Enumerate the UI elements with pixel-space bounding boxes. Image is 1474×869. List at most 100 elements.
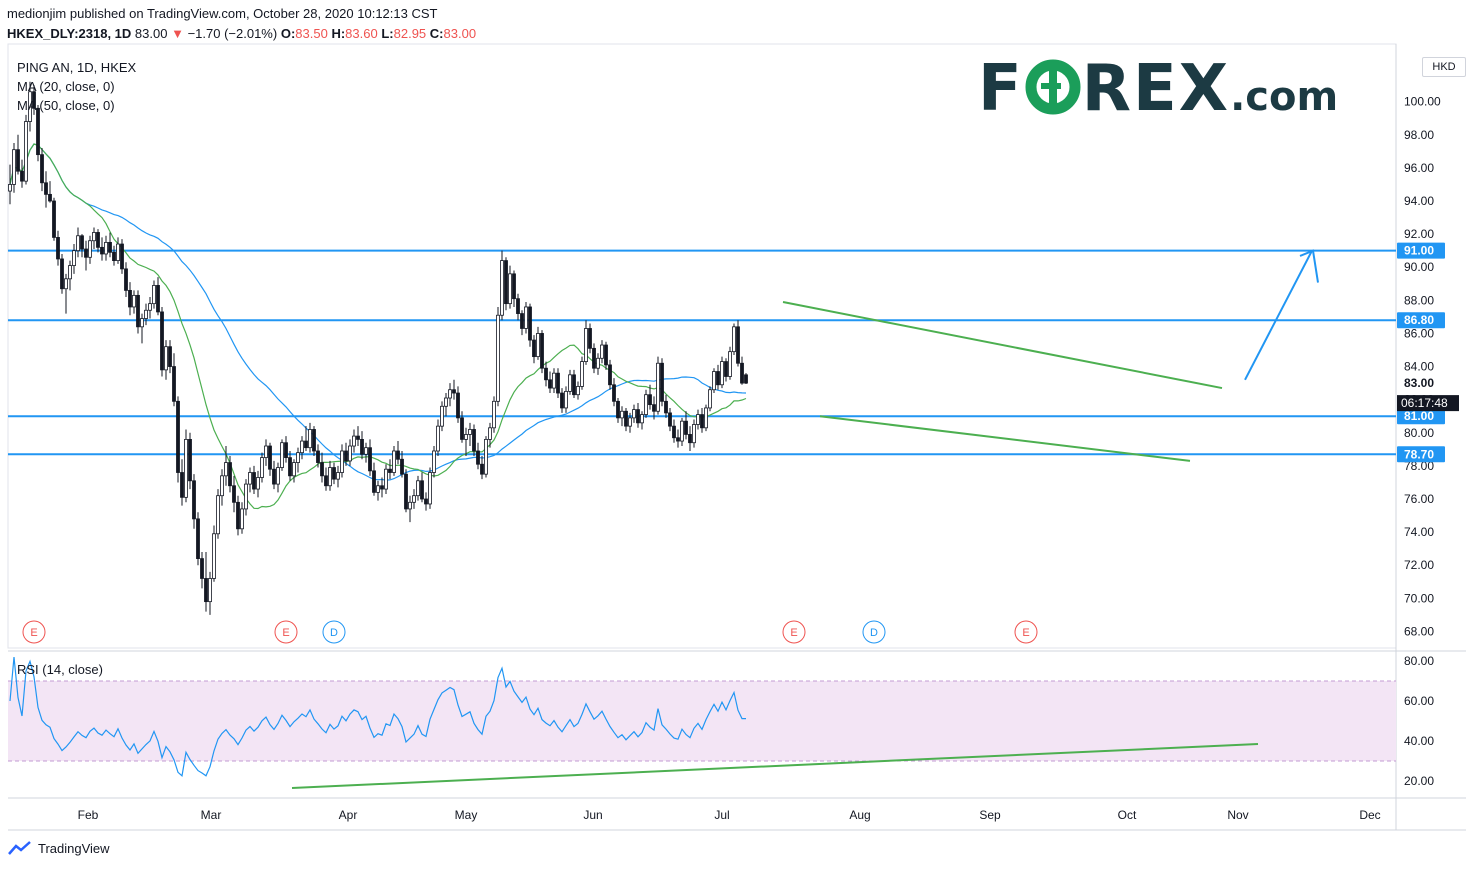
candle-down <box>156 285 160 313</box>
candle-down <box>676 437 680 442</box>
date-tick-label: Sep <box>979 808 1001 822</box>
price-tick-label: 94.00 <box>1404 194 1434 208</box>
price-tick-label: 80.00 <box>1404 426 1434 440</box>
down-arrow-icon: ▼ <box>171 26 184 41</box>
candle-down <box>736 326 740 364</box>
rsi-tick-label: 20.00 <box>1404 774 1434 788</box>
legend-ma50[interactable]: MA (50, close, 0) <box>17 98 115 113</box>
candle-up <box>184 438 188 498</box>
candle-up <box>348 445 352 462</box>
candle-down <box>380 485 384 490</box>
legend-title[interactable]: PING AN, 1D, HKEX <box>17 60 136 75</box>
legend-ma20[interactable]: MA (20, close, 0) <box>17 79 115 94</box>
candle-down <box>232 485 236 503</box>
date-tick-label: Aug <box>849 808 870 822</box>
price-tick-label: 96.00 <box>1404 161 1434 175</box>
candle-down <box>304 440 308 449</box>
logo-o-icon <box>1025 59 1081 115</box>
candle-up <box>152 285 156 305</box>
candle-down <box>204 578 208 603</box>
candle-down <box>180 472 184 498</box>
candle-up <box>680 420 684 442</box>
candle-down <box>236 501 240 530</box>
candle-down <box>36 107 40 156</box>
chart-canvas[interactable]: 68.0070.0072.0074.0076.0078.0080.0082.00… <box>0 0 1474 869</box>
date-tick-label: Apr <box>339 808 358 822</box>
candle-down <box>572 374 576 396</box>
candle-up <box>104 241 108 255</box>
candle-down <box>320 462 324 477</box>
candle-down <box>80 235 84 250</box>
candle-down <box>388 468 392 473</box>
candle-up <box>328 467 332 487</box>
price-label-text: 81.00 <box>1404 409 1434 423</box>
candle-up <box>116 243 120 262</box>
ma50-line <box>9 143 747 481</box>
change-text: −1.70 (−2.01%) <box>187 26 278 41</box>
candle-up <box>428 472 432 505</box>
candle-down <box>672 425 676 439</box>
candle-down <box>556 372 560 394</box>
candle-up <box>568 374 572 392</box>
currency-badge[interactable]: HKD <box>1422 57 1466 77</box>
candle-down <box>516 298 520 314</box>
candle-up <box>412 495 416 503</box>
candle-up <box>88 240 92 258</box>
candle-down <box>56 237 60 260</box>
candle-down <box>228 462 232 487</box>
candle-up <box>600 344 604 359</box>
candle-up <box>720 361 724 386</box>
close-value: 83.00 <box>443 26 477 41</box>
candle-down <box>136 294 140 328</box>
price-tick-label: 76.00 <box>1404 492 1434 506</box>
tradingview-brand[interactable]: TradingView <box>8 840 110 856</box>
symbol-text: HKEX_DLY:2318, 1D <box>7 26 132 41</box>
candle-down <box>16 149 20 172</box>
candle-up <box>576 386 580 396</box>
candle-down <box>60 258 64 290</box>
candle-down <box>168 346 172 367</box>
candle-down <box>668 412 672 427</box>
candle-down <box>272 468 276 485</box>
candle-up <box>536 333 540 358</box>
price-label-text: 83.00 <box>1404 376 1434 390</box>
candle-down <box>316 450 320 463</box>
date-tick-label: May <box>455 808 478 822</box>
candle-up <box>448 389 452 399</box>
price-tick-label: 90.00 <box>1404 260 1434 274</box>
legend-rsi[interactable]: RSI (14, close) <box>17 662 103 677</box>
candle-down <box>356 435 360 440</box>
candle-down <box>176 400 180 473</box>
candle-up <box>352 435 356 447</box>
candle-up <box>564 390 568 409</box>
low-value: 82.95 <box>393 26 427 41</box>
candle-up <box>596 357 600 369</box>
price-tick-label: 92.00 <box>1404 227 1434 241</box>
forex-logo: F REX.com <box>978 52 1338 126</box>
candle-up <box>732 326 736 353</box>
candle-up <box>712 371 716 391</box>
rsi-tick-label: 60.00 <box>1404 694 1434 708</box>
candle-down <box>452 389 456 394</box>
candle-down <box>636 409 640 424</box>
candle-down <box>604 344 608 366</box>
candle-down <box>532 339 536 358</box>
candle-down <box>592 347 596 369</box>
candle-down <box>400 458 404 475</box>
price-tick-label: 74.00 <box>1404 525 1434 539</box>
candle-down <box>268 445 272 470</box>
rsi-band <box>8 681 1396 761</box>
high-label: H: <box>331 26 346 41</box>
candle-down <box>688 434 692 444</box>
candle-up <box>508 273 512 305</box>
candle-down <box>512 273 516 300</box>
candle-down <box>40 154 44 184</box>
candle-down <box>660 362 664 402</box>
channel-upper-line <box>782 301 1223 390</box>
candle-down <box>472 429 476 452</box>
candle-up <box>440 405 444 427</box>
candle-up <box>300 440 304 454</box>
candle-up <box>12 149 16 185</box>
rsi-tick-label: 80.00 <box>1404 654 1434 668</box>
event-marker-label: E <box>30 627 37 639</box>
